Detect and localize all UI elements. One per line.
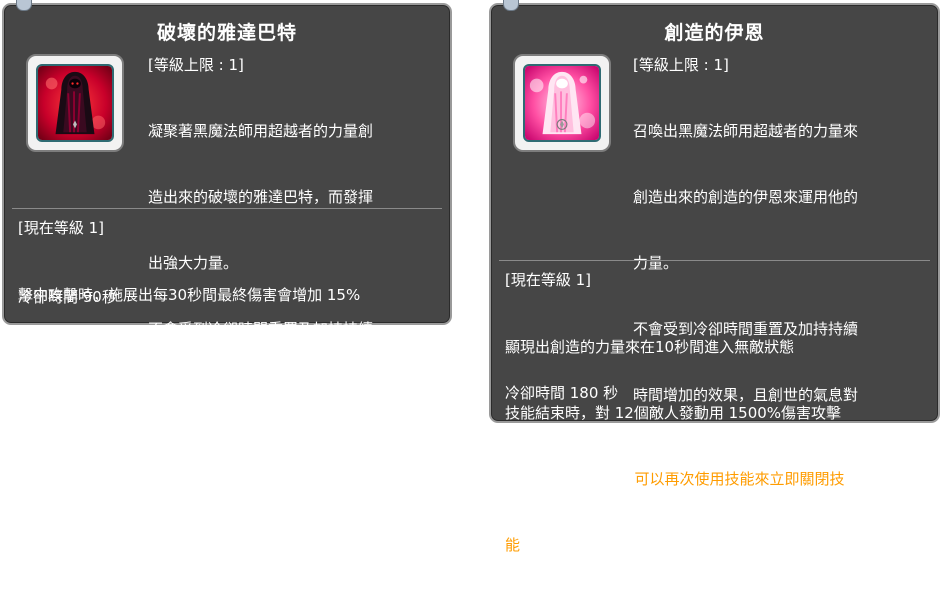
max-level-label: [等級上限 : 1] — [633, 56, 729, 74]
skill-icon-frame — [26, 54, 124, 152]
pink-robed-figure-icon — [523, 64, 601, 142]
tooltip-corner-ornament — [16, 0, 32, 11]
tooltip-corner-ornament — [503, 0, 519, 11]
effect-line: 顯現出創造的力量來在10秒間進入無敵狀態 — [505, 338, 795, 356]
description-line: 創造出來的創造的伊恩來運用他的 — [633, 188, 859, 206]
description-line: 造出來的破壞的雅達巴特，而發揮 — [148, 188, 374, 206]
cooldown-label: 冷卻時間 180 秒 — [505, 384, 619, 402]
max-level-label: [等級上限 : 1] — [148, 56, 244, 74]
current-level-label: [現在等級 1] — [18, 219, 105, 237]
description-line: 凝聚著黑魔法師用超越者的力量創 — [148, 122, 374, 140]
current-level-label: [現在等級 1] — [505, 271, 592, 289]
skill-title: 破壞的雅達巴特 — [156, 22, 297, 44]
divider — [12, 208, 442, 209]
effect-highlight-text: 可以再次使用技能來立即關閉技 — [634, 470, 845, 488]
description-line: 力量。 — [633, 254, 679, 272]
skill-tooltip-destruction: 破壞的雅達巴特 [等級上限: 1] 凝聚著黑魔法師用超越者的力量創 造出來的破… — [2, 0, 452, 404]
skill-icon-frame — [513, 54, 611, 152]
effect-line-text: 7次的創世的氣息， — [505, 470, 635, 488]
skill-effect: 顯現出創造的力量來在10秒間進入無敵狀態 技能結束時，對 12個敵人發動用 15… — [505, 292, 845, 600]
effect-line: 的破壞之力量 — [18, 352, 109, 370]
effect-line: 技能結束時，對 12個敵人發動用 1500%傷害攻擊 — [505, 404, 842, 422]
effect-line: 能 — [505, 534, 845, 556]
effect-highlight-text: 能 — [505, 536, 521, 554]
effect-line: 7次的創世的氣息，可以再次使用技能來立即關閉技 — [505, 468, 845, 490]
skill-tooltip-creation: 創造的伊恩 [等級上限: 1] 召喚出黑魔法師用超越者的力量來 創造出來的創造… — [489, 0, 940, 554]
dark-robed-figure-icon — [36, 64, 114, 142]
divider — [499, 260, 930, 261]
skill-title: 創造的伊恩 — [664, 22, 765, 44]
cooldown-label: 冷卻時間 90秒 — [18, 288, 117, 306]
skill-effect: 擊中攻擊時，施展出每30秒間最終傷害會增加 15% 的破壞之力量 — [18, 240, 360, 416]
description-line: 召喚出黑魔法師用超越者的力量來 — [633, 122, 859, 140]
